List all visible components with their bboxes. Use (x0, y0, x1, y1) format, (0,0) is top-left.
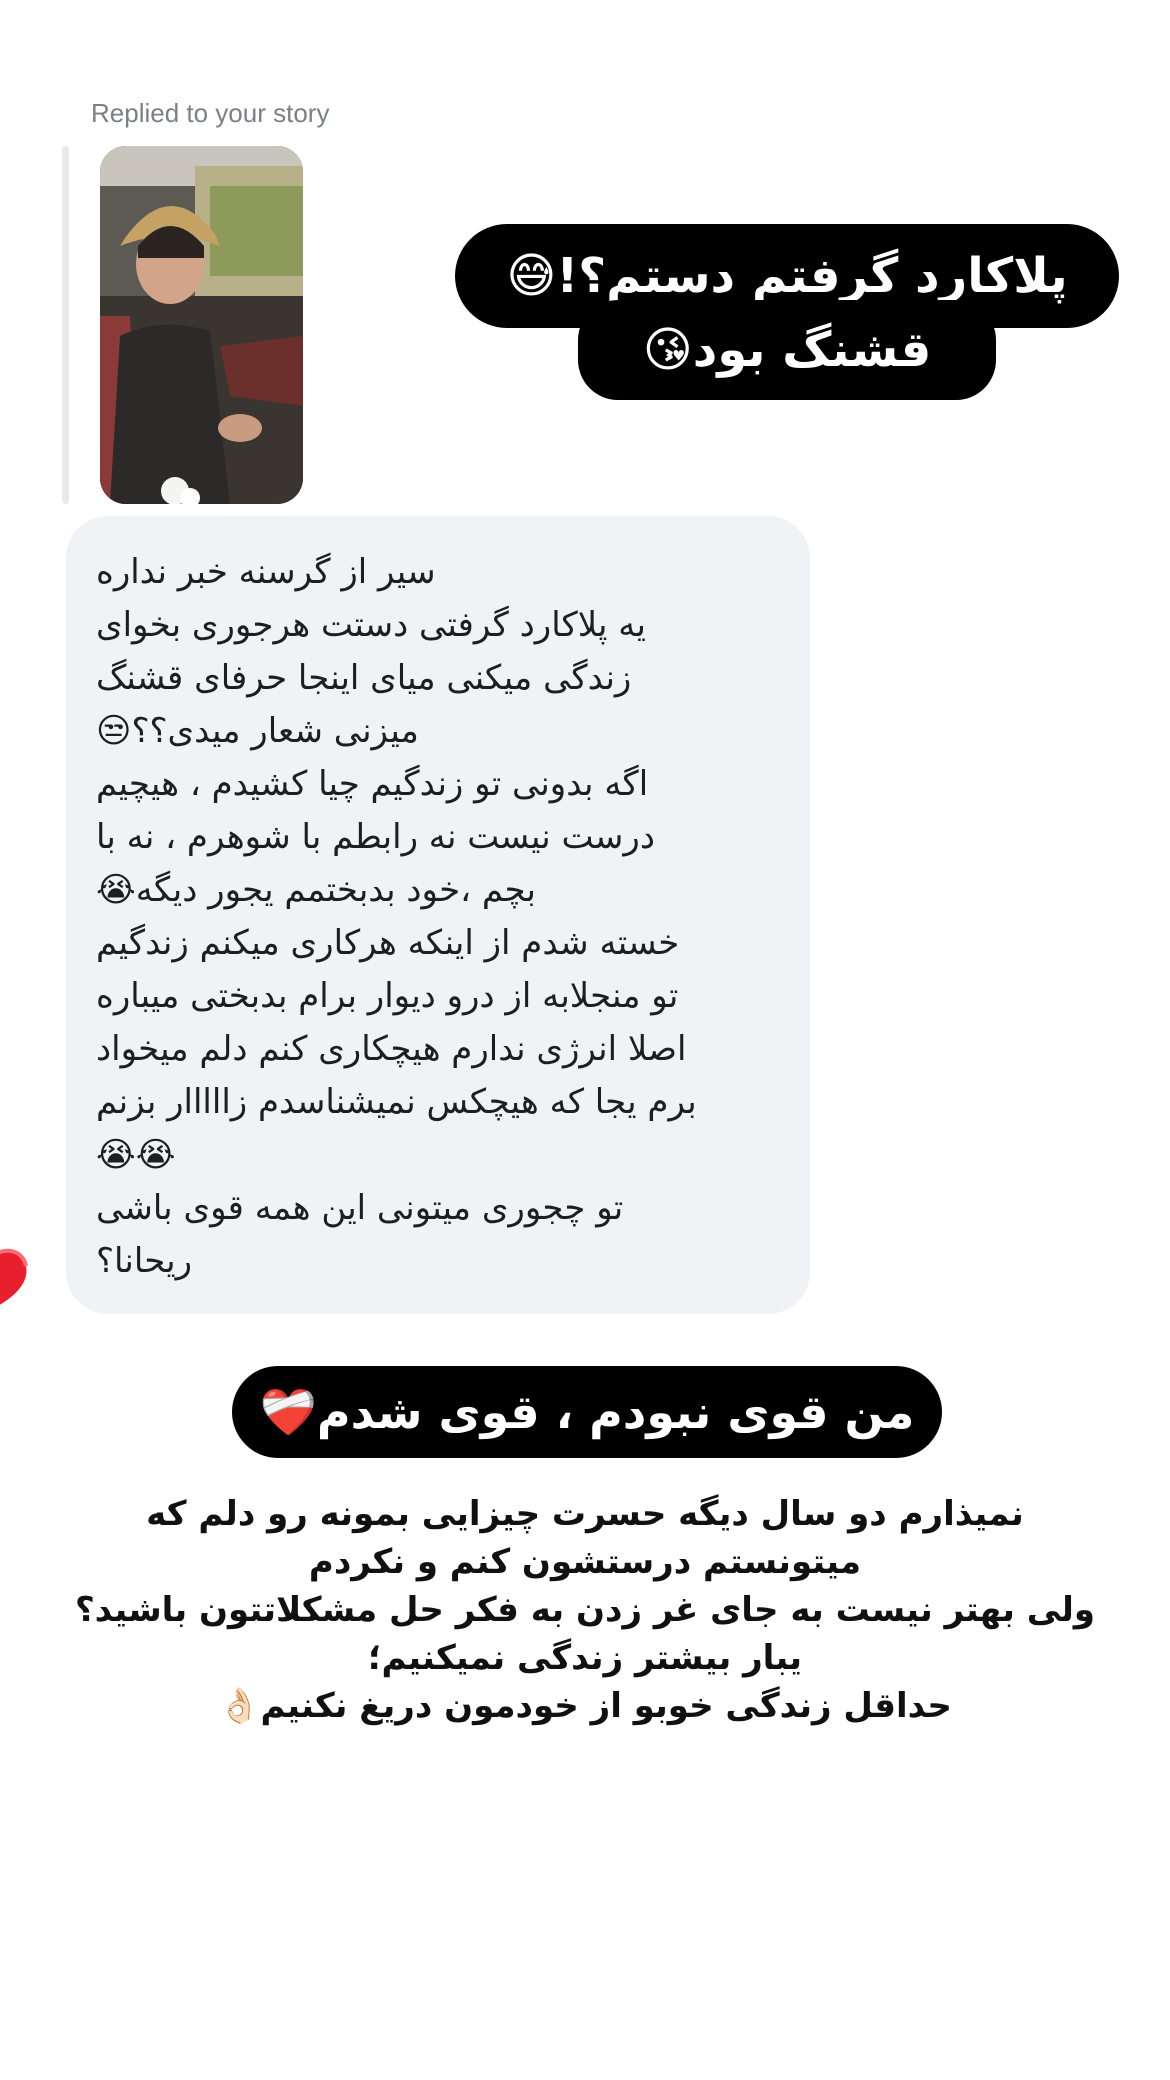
reply-indicator-bar (62, 146, 69, 504)
message-line: درست نیست نه رابطم با شوهرم ، نه با (96, 817, 655, 857)
answer-line: نمیذارم دو سال دیگه حسرت چیزایی بمونه رو… (146, 1494, 1024, 1534)
answer-body-text: نمیذارم دو سال دیگه حسرت چیزایی بمونه رو… (40, 1490, 1130, 1730)
message-line: اگه بدونی تو زندگیم چیا کشیدم ، هیچیم (96, 764, 649, 804)
answer-caption: من قوی نبودم ، قوی شدم❤️‍🩹 (232, 1366, 942, 1458)
message-line: تو چجوری میتونی این همه قوی باشی (96, 1188, 624, 1228)
message-line: یه پلاکارد گرفتی دستت هرجوری بخوای (96, 605, 646, 645)
message-line: ریحانا؟ (96, 1241, 193, 1281)
message-line: خسته شدم از اینکه هرکاری میکنم زندگیم (96, 923, 680, 963)
replied-to-story-label: Replied to your story (91, 98, 330, 128)
story-photo (100, 146, 303, 504)
heart-icon[interactable] (0, 1244, 38, 1314)
answer-line: میتونستم درستشون کنم و نکردم (308, 1542, 862, 1582)
story-thumbnail[interactable] (100, 146, 303, 504)
message-bubble[interactable]: سیر از گرسنه خبر نداره یه پلاکارد گرفتی … (66, 516, 810, 1314)
message-line: برم یجا که هیچکس نمیشناسدم زااااار بزنم (96, 1082, 697, 1122)
message-line: تو منجلابه از درو دیوار برام بدبختی میبا… (96, 976, 679, 1016)
answer-line: ولی بهتر نیست به جای غر زدن به فکر حل مش… (74, 1590, 1096, 1630)
message-line: سیر از گرسنه خبر نداره (96, 552, 436, 592)
story-caption-line-2: قشنگ بود😘 (578, 300, 996, 400)
message-line: 😭😭 (96, 1135, 176, 1175)
message-line: زندگی میکنی میای اینجا حرفای قشنگ (96, 658, 632, 698)
message-line: بچم ،خود بدبختمم یجور دیگه😭 (96, 870, 536, 910)
answer-line: حداقل زندگی خوبو از خودمون دریغ نکنیم👌🏻 (218, 1686, 952, 1726)
answer-line: یبار بیشتر زندگی نمیکنیم؛ (367, 1638, 803, 1678)
message-line: میزنی شعار میدی؟؟😒 (96, 711, 419, 751)
message-line: اصلا انرژی ندارم هیچکاری کنم دلم میخواد (96, 1029, 687, 1069)
